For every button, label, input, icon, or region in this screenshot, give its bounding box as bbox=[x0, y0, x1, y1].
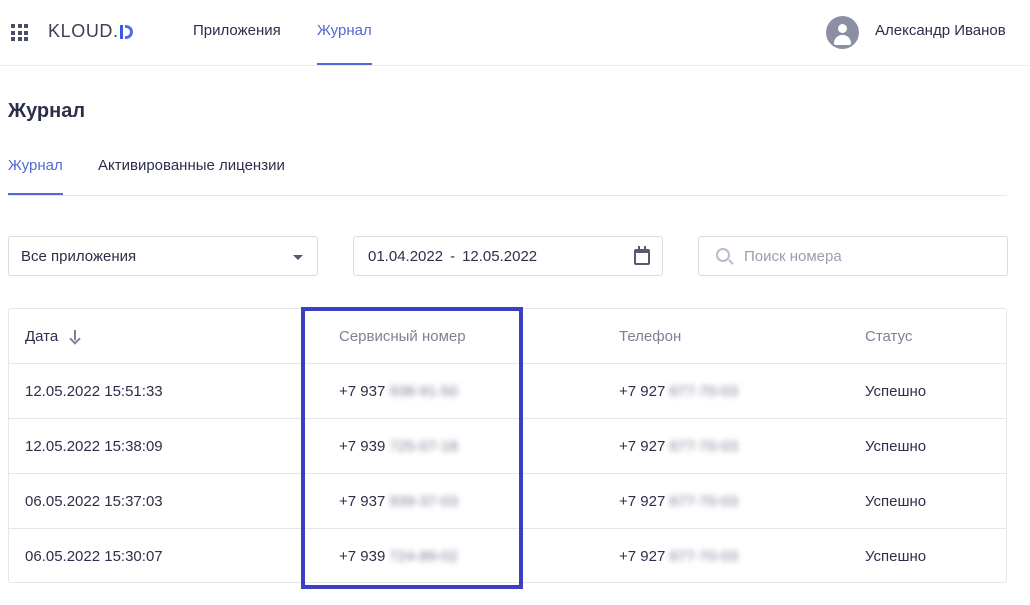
date-range-picker[interactable]: 01.04.2022-12.05.2022 bbox=[353, 236, 663, 276]
row-phone: +7 927 677-70-03 bbox=[619, 493, 738, 510]
row-date: 12.05.2022 15:51:33 bbox=[25, 383, 163, 400]
top-bar: KLOUD. Приложения Журнал Александр Ивано… bbox=[0, 0, 1030, 66]
date-range-values: 01.04.2022-12.05.2022 bbox=[368, 248, 537, 265]
row-service-number: +7 939 725-07-18 bbox=[339, 438, 458, 455]
search-input[interactable] bbox=[744, 246, 994, 266]
tab-journal[interactable]: Журнал bbox=[8, 150, 63, 195]
table-header-row: Дата Сервисный номер Телефон Статус bbox=[9, 309, 1006, 364]
nav-item-journal[interactable]: Журнал bbox=[317, 0, 372, 66]
caret-down-icon bbox=[293, 255, 303, 260]
tab-activated-licenses[interactable]: Активированные лицензии bbox=[98, 150, 285, 195]
row-date: 06.05.2022 15:30:07 bbox=[25, 548, 163, 565]
table-row[interactable]: 12.05.2022 15:51:33 +7 937 938-91-50 +7 … bbox=[9, 364, 1006, 419]
avatar[interactable] bbox=[826, 16, 859, 49]
row-status: Успешно bbox=[865, 383, 927, 400]
row-status: Успешно bbox=[865, 493, 927, 510]
search-icon bbox=[716, 248, 730, 262]
date-separator: - bbox=[450, 248, 456, 265]
row-status: Успешно bbox=[865, 438, 927, 455]
user-icon bbox=[838, 24, 847, 33]
column-header-status: Статус bbox=[865, 328, 913, 345]
column-header-service-number: Сервисный номер bbox=[339, 328, 466, 345]
logo-text: KLOUD. bbox=[48, 21, 119, 41]
tabs: Журнал Активированные лицензии bbox=[8, 150, 1007, 196]
date-from: 01.04.2022 bbox=[368, 248, 444, 265]
logo-mark-icon bbox=[119, 24, 133, 39]
row-service-number: +7 937 939-37-03 bbox=[339, 493, 458, 510]
row-date: 12.05.2022 15:38:09 bbox=[25, 438, 163, 455]
row-status: Успешно bbox=[865, 548, 927, 565]
sort-arrow-down-icon[interactable] bbox=[70, 330, 80, 342]
row-phone: +7 927 677-70-03 bbox=[619, 383, 738, 400]
app-select-value: Все приложения bbox=[21, 248, 137, 265]
phone-search[interactable] bbox=[698, 236, 1008, 276]
user-name[interactable]: Александр Иванов bbox=[875, 22, 1006, 39]
table-row[interactable]: 06.05.2022 15:30:07 +7 939 724-89-02 +7 … bbox=[9, 529, 1006, 584]
row-service-number: +7 937 938-91-50 bbox=[339, 383, 458, 400]
column-header-date[interactable]: Дата bbox=[25, 309, 80, 364]
apps-grid-icon[interactable] bbox=[11, 24, 28, 41]
calendar-icon[interactable] bbox=[634, 246, 650, 265]
row-phone: +7 927 677-70-03 bbox=[619, 438, 738, 455]
row-service-number: +7 939 724-89-02 bbox=[339, 548, 458, 565]
journal-table: Дата Сервисный номер Телефон Статус 12.0… bbox=[8, 308, 1007, 583]
date-to: 12.05.2022 bbox=[462, 248, 538, 265]
nav-item-apps[interactable]: Приложения bbox=[193, 0, 281, 66]
page-title: Журнал bbox=[8, 100, 86, 122]
row-phone: +7 927 677-70-03 bbox=[619, 548, 738, 565]
table-row[interactable]: 12.05.2022 15:38:09 +7 939 725-07-18 +7 … bbox=[9, 419, 1006, 474]
column-header-phone: Телефон bbox=[619, 328, 682, 345]
logo[interactable]: KLOUD. bbox=[48, 21, 133, 42]
row-date: 06.05.2022 15:37:03 bbox=[25, 493, 163, 510]
table-row[interactable]: 06.05.2022 15:37:03 +7 937 939-37-03 +7 … bbox=[9, 474, 1006, 529]
app-select[interactable]: Все приложения bbox=[8, 236, 318, 276]
